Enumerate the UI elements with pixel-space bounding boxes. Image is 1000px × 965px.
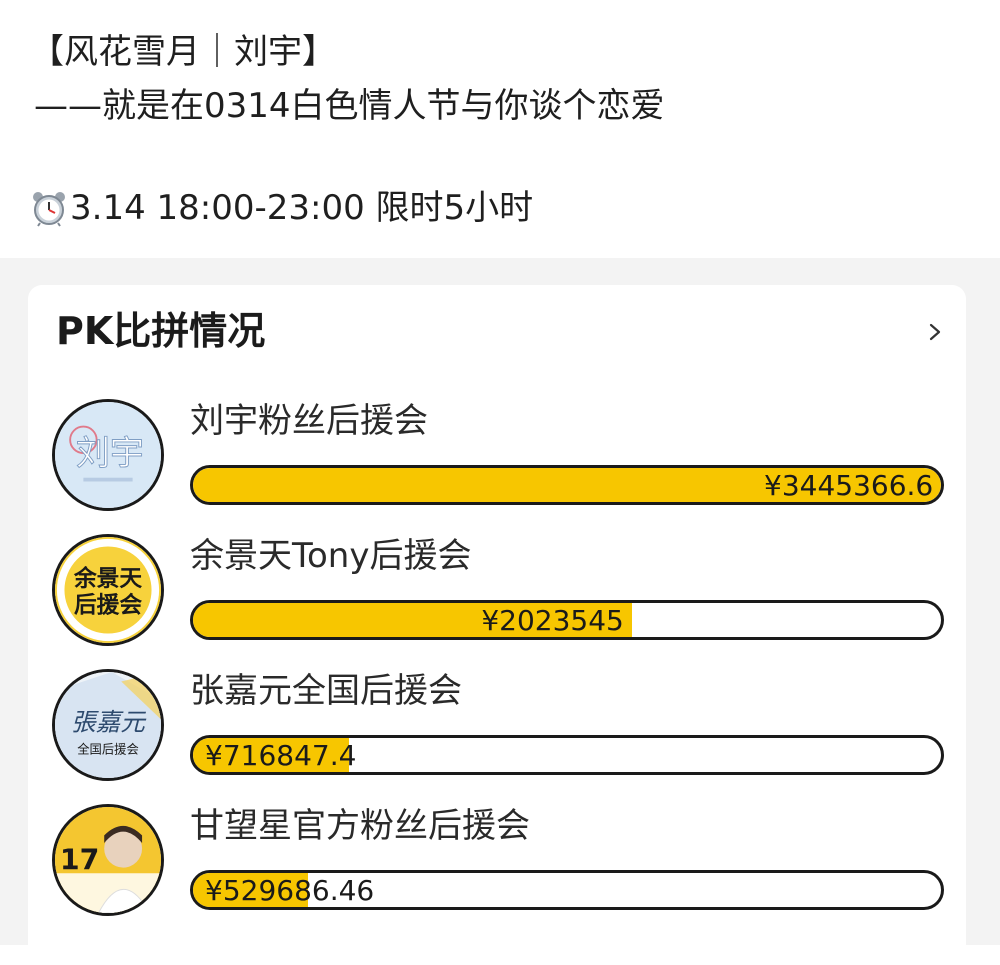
pk-amount: ¥716847.4 [205, 738, 357, 772]
pk-team-name: 刘宇粉丝后援会 [190, 401, 428, 441]
pk-row[interactable]: 17 甘望星官方粉丝后援会 ¥529686.46 [28, 800, 966, 930]
avatar: 刘宇 [52, 399, 164, 511]
pk-team-name: 张嘉元全国后援会 [190, 671, 462, 711]
avatar-text: 刘宇 [76, 433, 144, 473]
pk-card-title: PK比拼情况 [56, 309, 266, 353]
pk-progress-bar: ¥2023545 [190, 600, 944, 640]
avatar-text: 張嘉元 [71, 708, 147, 737]
pk-amount: ¥3445366.6 [764, 468, 934, 502]
pk-row[interactable]: 張嘉元 全国后援会 张嘉元全国后援会 ¥716847.4 [28, 665, 966, 795]
alarm-clock-icon [30, 189, 68, 227]
pk-amount: ¥529686.46 [205, 873, 375, 907]
avatar-text: 17 [60, 843, 100, 876]
event-time: 3.14 18:00-23:00 限时5小时 [30, 186, 533, 230]
avatar-text-bottom: 后援会 [74, 592, 142, 619]
pk-row[interactable]: 刘宇 刘宇粉丝后援会 ¥3445366.6 [28, 395, 966, 525]
avatar-text-top: 余景天 [73, 565, 142, 592]
post-subtitle: ——就是在0314白色情人节与你谈个恋爱 [34, 86, 665, 126]
avatar: 17 [52, 804, 164, 916]
avatar: 余景天 后援会 [52, 534, 164, 646]
pk-row[interactable]: 余景天 后援会 余景天Tony后援会 ¥2023545 [28, 530, 966, 660]
chevron-right-icon[interactable] [926, 323, 944, 341]
avatar: 張嘉元 全国后援会 [52, 669, 164, 781]
pk-team-name: 甘望星官方粉丝后援会 [190, 806, 530, 846]
pk-progress-bar: ¥3445366.6 [190, 465, 944, 505]
post-content: 【风花雪月｜刘宇】 ——就是在0314白色情人节与你谈个恋爱 3.14 18:0… [0, 0, 1000, 258]
pk-team-name: 余景天Tony后援会 [190, 536, 472, 576]
pk-amount: ¥2023545 [481, 603, 624, 637]
event-time-text: 3.14 18:00-23:00 限时5小时 [70, 188, 534, 228]
pk-card[interactable]: PK比拼情况 刘宇 刘宇粉丝后援会 ¥3445366.6 余景天 后援会 余景天… [28, 285, 966, 965]
pk-progress-bar: ¥716847.4 [190, 735, 944, 775]
pk-progress-bar: ¥529686.46 [190, 870, 944, 910]
avatar-subtext: 全国后援会 [77, 741, 139, 756]
post-title: 【风花雪月｜刘宇】 [30, 32, 336, 72]
